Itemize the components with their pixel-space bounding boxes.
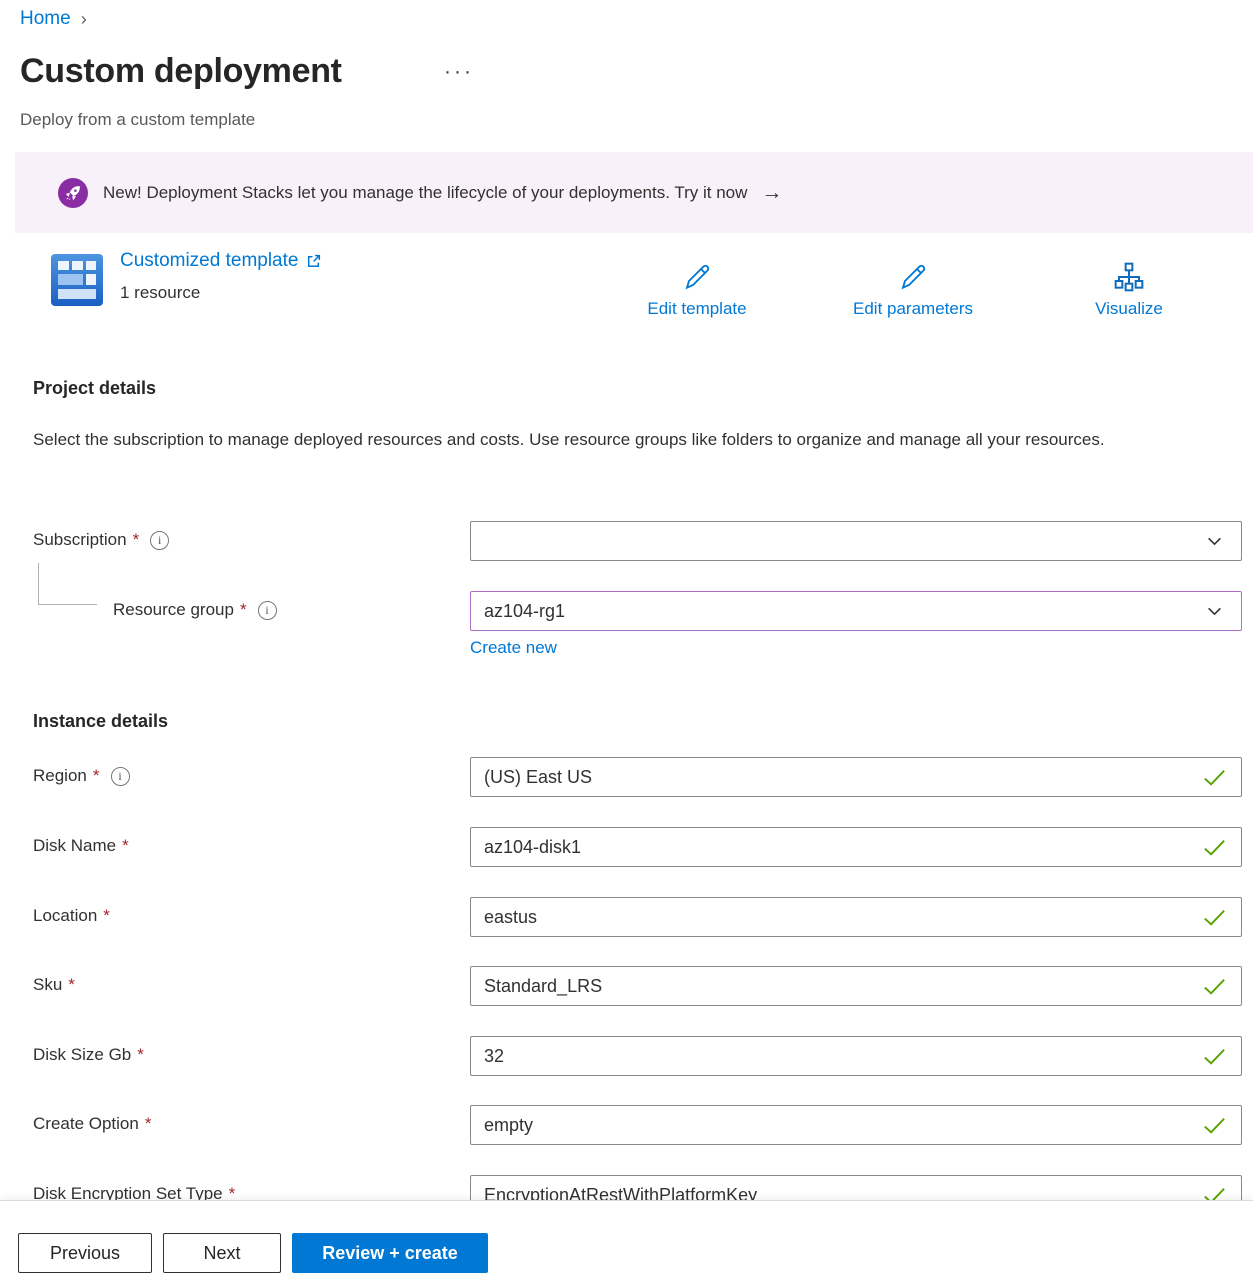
required-asterisk: *	[93, 766, 100, 786]
edit-parameters-button[interactable]: Edit parameters	[828, 260, 998, 319]
external-link-icon	[305, 253, 322, 270]
edit-template-label: Edit template	[647, 299, 746, 319]
visualize-label: Visualize	[1095, 299, 1163, 319]
disk-size-field	[470, 1036, 1242, 1076]
sku-input[interactable]	[471, 967, 1203, 1005]
footer-action-bar: Previous Next Review + create	[0, 1200, 1253, 1280]
subscription-label: Subscription * i	[33, 530, 169, 550]
disk-size-label: Disk Size Gb *	[33, 1045, 144, 1065]
subscription-dropdown[interactable]	[470, 521, 1242, 561]
info-icon[interactable]: i	[258, 601, 277, 620]
project-details-heading: Project details	[33, 378, 156, 399]
template-icon	[50, 253, 104, 307]
previous-button[interactable]: Previous	[18, 1233, 152, 1273]
location-label: Location *	[33, 906, 110, 926]
required-asterisk: *	[137, 1045, 144, 1065]
location-field	[470, 897, 1242, 937]
banner-message: New! Deployment Stacks let you manage th…	[103, 183, 747, 203]
required-asterisk: *	[145, 1114, 152, 1134]
disk-size-input[interactable]	[471, 1037, 1203, 1075]
chevron-down-icon	[1206, 603, 1223, 620]
create-option-field	[470, 1105, 1242, 1145]
checkmark-icon	[1203, 839, 1226, 856]
checkmark-icon	[1203, 978, 1226, 995]
region-input[interactable]	[471, 758, 1203, 796]
resource-group-dropdown[interactable]: az104-rg1	[470, 591, 1242, 631]
checkmark-icon	[1203, 1117, 1226, 1134]
region-label: Region * i	[33, 766, 130, 786]
required-asterisk: *	[240, 600, 247, 620]
location-input[interactable]	[471, 898, 1203, 936]
checkmark-icon	[1203, 769, 1226, 786]
visualize-icon	[1113, 260, 1145, 294]
required-asterisk: *	[103, 906, 110, 926]
pencil-icon	[897, 260, 929, 294]
page-subtitle: Deploy from a custom template	[20, 110, 255, 130]
edit-template-button[interactable]: Edit template	[612, 260, 782, 319]
rocket-icon	[58, 178, 88, 208]
edit-parameters-label: Edit parameters	[853, 299, 973, 319]
breadcrumb: Home ›	[20, 8, 87, 30]
customized-template-link[interactable]: Customized template	[120, 250, 322, 272]
instance-details-heading: Instance details	[33, 711, 168, 732]
required-asterisk: *	[122, 836, 129, 856]
pencil-icon	[681, 260, 713, 294]
create-option-input[interactable]	[471, 1106, 1203, 1144]
page-title: Custom deployment	[20, 52, 342, 91]
review-create-button[interactable]: Review + create	[292, 1233, 488, 1273]
announcement-banner: New! Deployment Stacks let you manage th…	[15, 152, 1253, 233]
required-asterisk: *	[133, 530, 140, 550]
visualize-button[interactable]: Visualize	[1044, 260, 1214, 319]
create-new-link[interactable]: Create new	[470, 638, 557, 658]
nesting-connector-line	[38, 563, 97, 605]
disk-name-input[interactable]	[471, 828, 1203, 866]
region-field	[470, 757, 1242, 797]
chevron-down-icon	[1206, 533, 1223, 550]
sku-field	[470, 966, 1242, 1006]
resource-group-label: Resource group * i	[113, 600, 277, 620]
disk-name-field	[470, 827, 1242, 867]
resource-group-value: az104-rg1	[471, 601, 1206, 622]
create-option-label: Create Option *	[33, 1114, 151, 1134]
breadcrumb-chevron-icon: ›	[81, 9, 87, 30]
sku-label: Sku *	[33, 975, 75, 995]
breadcrumb-home-link[interactable]: Home	[20, 8, 71, 30]
info-icon[interactable]: i	[111, 767, 130, 786]
disk-name-label: Disk Name *	[33, 836, 129, 856]
next-button[interactable]: Next	[163, 1233, 281, 1273]
title-context-menu-button[interactable]: ···	[444, 60, 474, 84]
checkmark-icon	[1203, 1048, 1226, 1065]
required-asterisk: *	[68, 975, 75, 995]
project-details-description: Select the subscription to manage deploy…	[33, 424, 1183, 455]
customized-template-label: Customized template	[120, 250, 298, 272]
template-resource-count: 1 resource	[120, 283, 200, 303]
checkmark-icon	[1203, 909, 1226, 926]
info-icon[interactable]: i	[150, 531, 169, 550]
banner-arrow-icon[interactable]: →	[761, 181, 782, 205]
